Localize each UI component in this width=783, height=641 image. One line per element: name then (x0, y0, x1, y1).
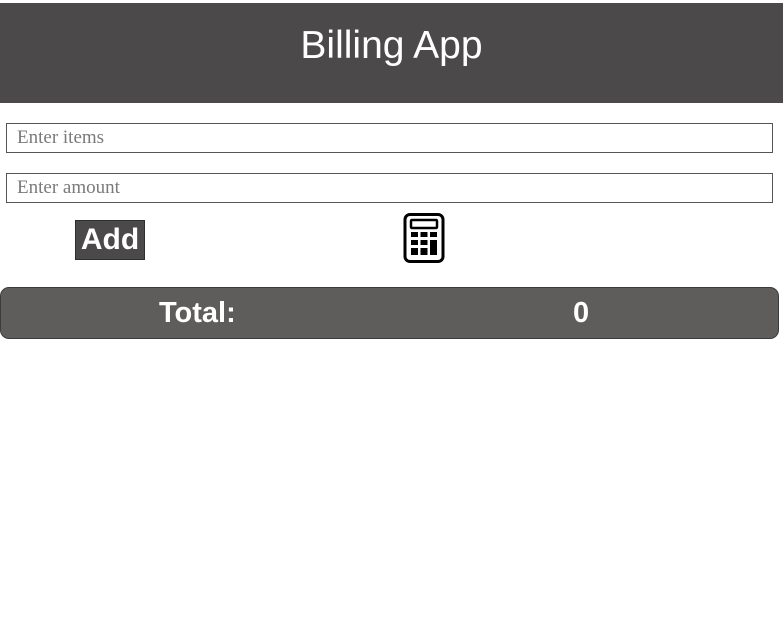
total-bar: Total: 0 (0, 287, 779, 339)
items-input[interactable] (6, 123, 773, 153)
app-header: Billing App (0, 3, 783, 103)
total-label: Total: (159, 297, 236, 329)
total-value: 0 (573, 297, 590, 329)
add-button[interactable]: Add (75, 220, 145, 260)
page-title: Billing App (300, 24, 483, 67)
calculator-icon[interactable] (403, 213, 445, 263)
amount-input[interactable] (6, 173, 773, 203)
